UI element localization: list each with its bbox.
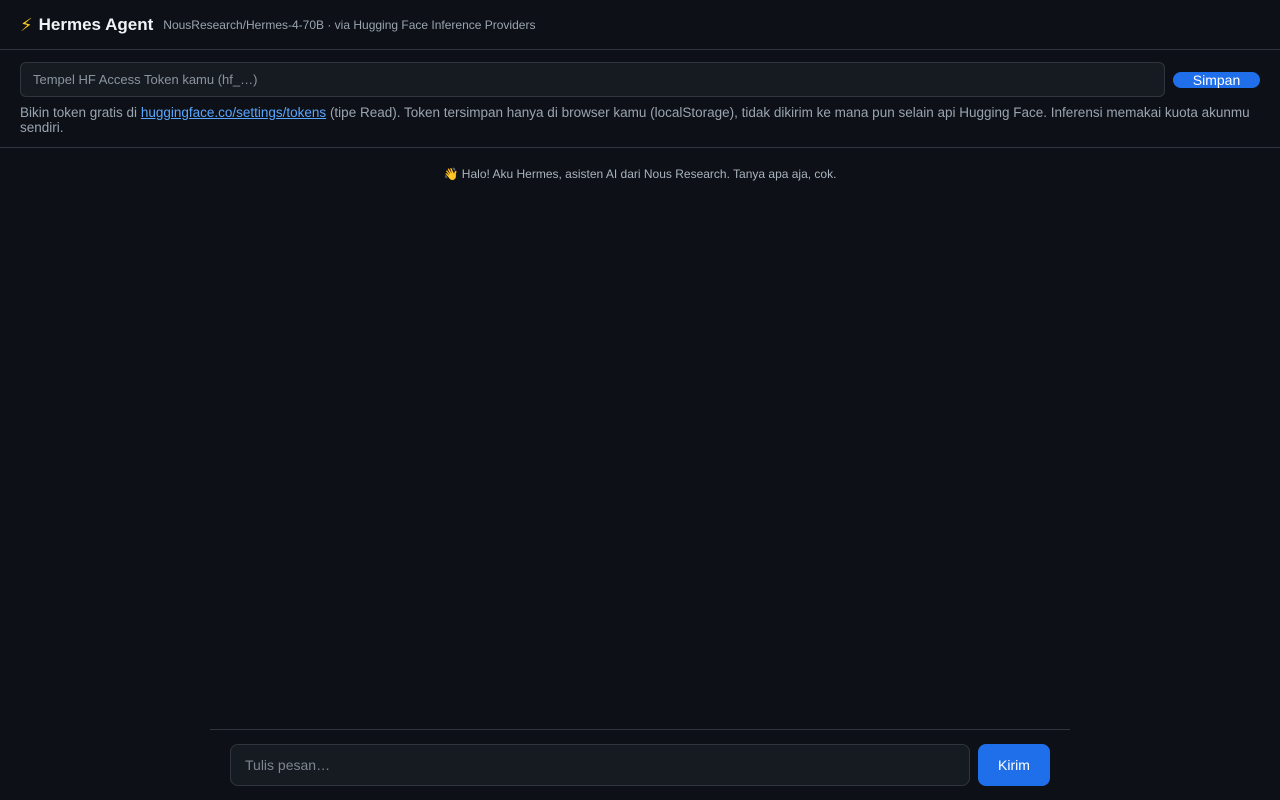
app-title: Hermes Agent xyxy=(38,14,154,34)
token-settings-link[interactable]: huggingface.co/settings/tokens xyxy=(141,105,326,120)
token-input[interactable] xyxy=(20,62,1165,97)
message-input[interactable] xyxy=(230,744,970,786)
app-header: ⚡ Hermes Agent NousResearch/Hermes-4-70B… xyxy=(0,0,1280,50)
save-token-button[interactable]: Simpan xyxy=(1173,71,1260,88)
send-button[interactable]: Kirim xyxy=(978,744,1050,786)
chat-area: 👋 Halo! Aku Hermes, asisten AI dari Nous… xyxy=(0,148,1280,729)
token-help-text: Bikin token gratis di huggingface.co/set… xyxy=(20,105,1260,135)
greeting-message: 👋 Halo! Aku Hermes, asisten AI dari Nous… xyxy=(443,167,837,181)
token-section: Simpan Bikin token gratis di huggingface… xyxy=(0,50,1280,148)
model-subtitle: NousResearch/Hermes-4-70B · via Hugging … xyxy=(163,17,536,32)
lightning-bolt-icon: ⚡ xyxy=(20,14,33,35)
token-help-prefix: Bikin token gratis di xyxy=(20,105,141,120)
message-composer: Kirim xyxy=(210,729,1070,800)
token-row: Simpan xyxy=(20,62,1260,97)
